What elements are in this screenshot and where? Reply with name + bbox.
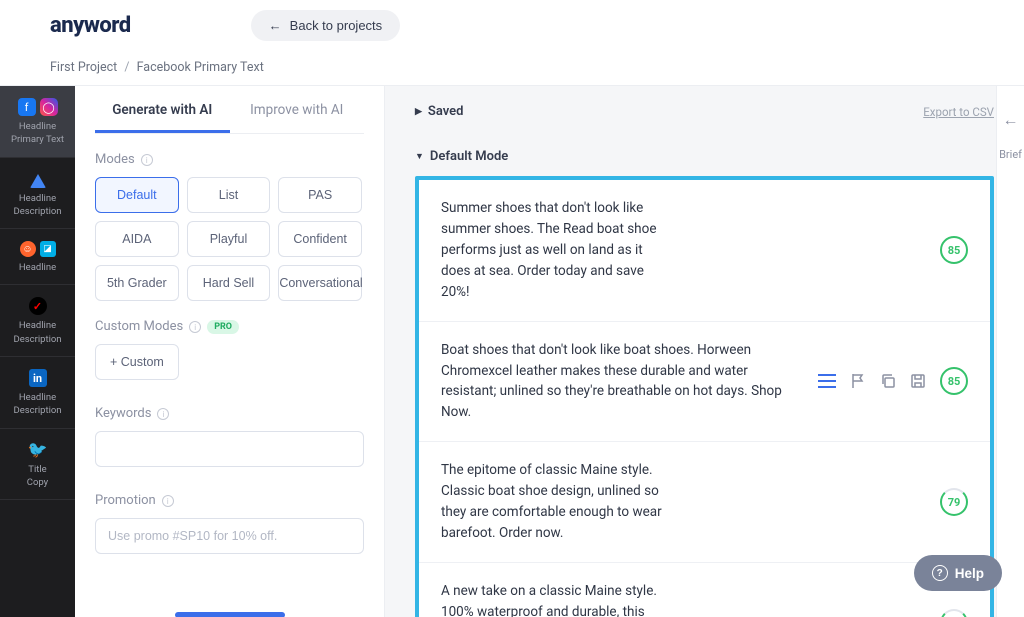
brief-drawer: ← Brief (996, 86, 1024, 617)
info-icon[interactable]: i (157, 408, 169, 420)
saved-header[interactable]: ▶ Saved (415, 104, 464, 119)
sidebar-channel-group[interactable]: in HeadlineDescription (0, 357, 75, 429)
tab-improve[interactable]: Improve with AI (230, 86, 365, 133)
help-button[interactable]: ? Help (914, 555, 1002, 591)
result-item[interactable]: Summer shoes that don't look like summer… (419, 180, 990, 322)
promotion-label: Promotion i (95, 493, 364, 508)
add-custom-mode-button[interactable]: + Custom (95, 344, 179, 380)
default-mode-header[interactable]: ▼ Default Mode (415, 149, 994, 164)
score-badge: 85 (940, 236, 968, 264)
breadcrumb-page: Facebook Primary Text (137, 60, 264, 75)
arrow-left-icon[interactable]: ← (1003, 110, 1019, 130)
result-text: Boat shoes that don't look like boat sho… (441, 340, 798, 424)
sidebar-label[interactable]: Description (0, 404, 75, 417)
mode-button-conversational[interactable]: Conversational (278, 265, 362, 301)
result-text: A new take on a classic Maine style. 100… (441, 581, 671, 617)
result-item[interactable]: Boat shoes that don't look like boat sho… (419, 322, 990, 443)
mode-button-pas[interactable]: PAS (278, 177, 362, 213)
twitter-icon: 🐦 (29, 441, 47, 459)
copy-icon[interactable] (880, 373, 896, 389)
caret-down-icon: ▼ (415, 151, 424, 162)
breadcrumb-separator: / (124, 60, 129, 75)
sidebar-label[interactable]: Description (0, 333, 75, 346)
sidebar-label[interactable]: Primary Text (0, 133, 75, 146)
generate-handle[interactable] (175, 612, 285, 617)
mode-button-list[interactable]: List (187, 177, 271, 213)
info-icon[interactable]: i (162, 495, 174, 507)
taboola-icon: ◪ (40, 241, 56, 257)
logo: anyword (50, 13, 131, 38)
caret-right-icon: ▶ (415, 107, 422, 117)
sidebar-label[interactable]: Headline (0, 192, 75, 205)
sidebar-channel-group[interactable]: ☺◪ Headline (0, 229, 75, 285)
back-label: Back to projects (290, 18, 383, 33)
mode-button-default[interactable]: Default (95, 177, 179, 213)
mode-button-5th-grader[interactable]: 5th Grader (95, 265, 179, 301)
facebook-icon: f (18, 98, 36, 116)
help-icon: ? (932, 565, 948, 581)
linkedin-icon: in (29, 369, 47, 387)
outbrain-icon: ☺ (20, 241, 36, 257)
sidebar-channel-group[interactable]: ✓ HeadlineDescription (0, 285, 75, 357)
mode-button-playful[interactable]: Playful (187, 221, 271, 257)
result-text: The epitome of classic Maine style. Clas… (441, 460, 671, 544)
breadcrumb-project[interactable]: First Project (50, 60, 117, 75)
score-badge: 85 (940, 367, 968, 395)
channel-sidebar: f◯HeadlinePrimary TextHeadlineDescriptio… (0, 86, 75, 617)
sidebar-label[interactable]: Description (0, 205, 75, 218)
sidebar-label[interactable]: Headline (0, 120, 75, 133)
keywords-input[interactable] (95, 431, 364, 467)
info-icon[interactable]: i (189, 321, 201, 333)
breadcrumb: First Project / Facebook Primary Text (0, 50, 1024, 86)
mode-button-hard-sell[interactable]: Hard Sell (187, 265, 271, 301)
save-icon[interactable] (910, 373, 926, 389)
sidebar-label[interactable]: Headline (0, 319, 75, 332)
tab-generate[interactable]: Generate with AI (95, 86, 230, 133)
generate-panel: Generate with AI Improve with AI Modes i… (75, 86, 385, 617)
sidebar-channel-group[interactable]: f◯ HeadlinePrimary Text (0, 86, 75, 158)
help-label: Help (955, 566, 984, 581)
pro-badge: PRO (207, 320, 239, 334)
highlighted-results: Summer shoes that don't look like summer… (415, 176, 994, 617)
promotion-input[interactable] (95, 518, 364, 554)
sidebar-label[interactable]: Title (0, 463, 75, 476)
mode-button-aida[interactable]: AIDA (95, 221, 179, 257)
sidebar-channel-group[interactable]: HeadlineDescription (0, 158, 75, 230)
result-item[interactable]: The epitome of classic Maine style. Clas… (419, 442, 990, 563)
sidebar-label[interactable]: Headline (0, 261, 75, 274)
mode-button-confident[interactable]: Confident (278, 221, 362, 257)
verizon-icon: ✓ (29, 297, 47, 315)
sidebar-label[interactable]: Headline (0, 391, 75, 404)
menu-icon[interactable] (818, 374, 836, 388)
keywords-label: Keywords i (95, 406, 364, 421)
sidebar-label[interactable]: Copy (0, 476, 75, 489)
saved-label: Saved (428, 104, 464, 119)
default-mode-label: Default Mode (430, 149, 508, 164)
panel-tabs: Generate with AI Improve with AI (95, 86, 364, 134)
back-to-projects-button[interactable]: ← Back to projects (251, 10, 401, 41)
result-text: Summer shoes that don't look like summer… (441, 198, 671, 303)
info-icon[interactable]: i (141, 154, 153, 166)
brief-label[interactable]: Brief (999, 148, 1022, 161)
arrow-left-icon: ← (269, 18, 282, 33)
score-badge: 77 (940, 609, 968, 617)
custom-modes-label: Custom Modes i PRO (95, 319, 364, 334)
modes-grid: DefaultListPAS AIDAPlayfulConfident 5th Gr… (95, 177, 364, 301)
export-csv-link[interactable]: Export to CSV (923, 105, 994, 119)
result-actions: 85 (818, 367, 968, 395)
instagram-icon: ◯ (40, 98, 58, 116)
modes-label: Modes i (95, 152, 364, 167)
results-area: ← Brief ▶ Saved Export to CSV ▼ Default … (385, 86, 1024, 617)
top-bar: anyword ← Back to projects (0, 0, 1024, 50)
flag-icon[interactable] (850, 373, 866, 389)
google-ads-icon (30, 170, 46, 188)
score-badge: 79 (940, 488, 968, 516)
sidebar-channel-group[interactable]: 🐦 TitleCopy (0, 429, 75, 501)
